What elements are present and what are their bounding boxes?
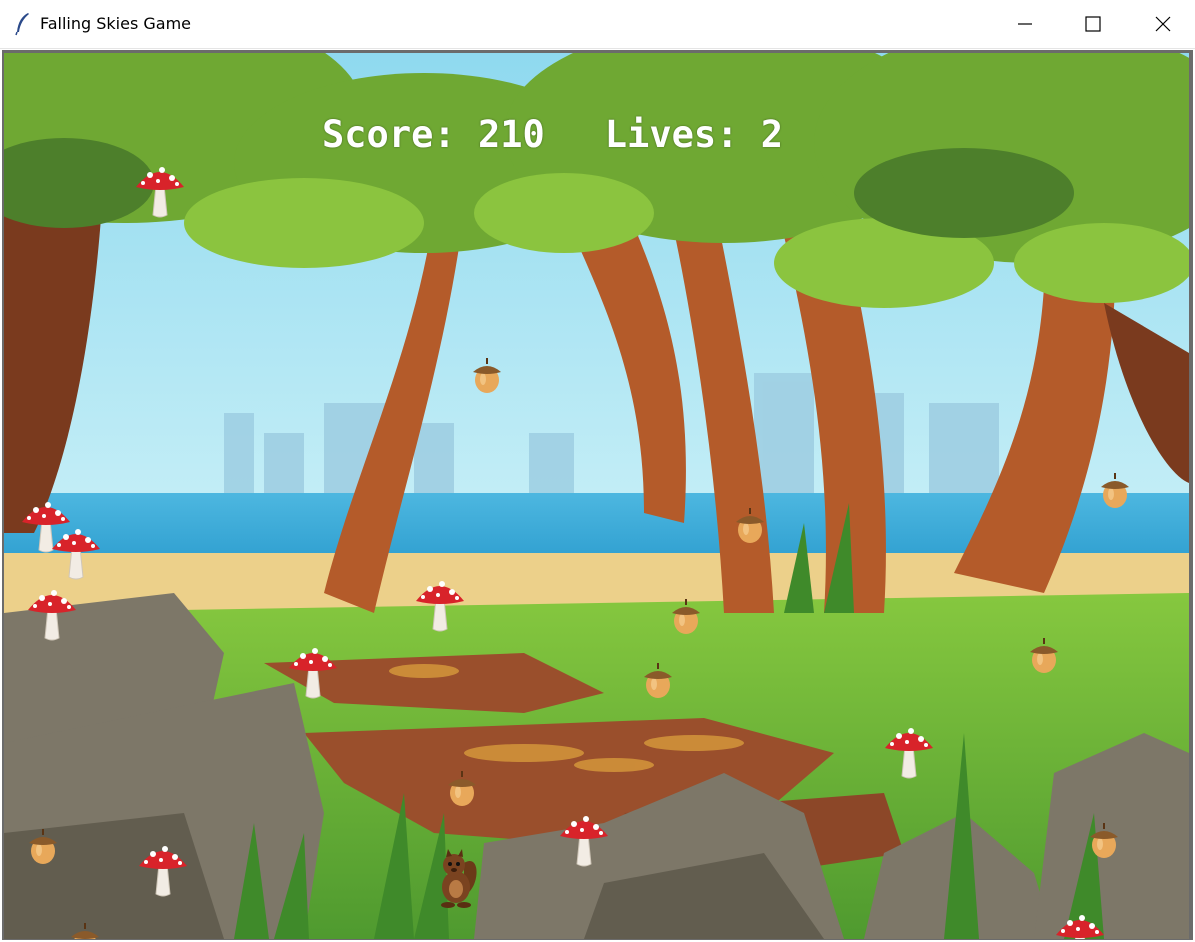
acorn-item [1030, 638, 1058, 673]
minimize-button[interactable] [990, 0, 1060, 48]
mushroom-item [139, 846, 187, 897]
mushroom-item [416, 581, 464, 632]
acorn-item [644, 663, 672, 698]
mushroom-item [136, 167, 184, 218]
game-window: Falling Skies Game Score: 210 Lives: 2 [0, 0, 1195, 942]
lives-display: Lives: 2 [605, 113, 783, 156]
mushroom-item [1056, 915, 1104, 939]
mushroom-item [28, 590, 76, 641]
acorn-item [29, 829, 57, 864]
title-bar[interactable]: Falling Skies Game [0, 0, 1195, 49]
squirrel-player[interactable] [436, 843, 480, 909]
maximize-button[interactable] [1058, 0, 1128, 48]
acorn-item [448, 771, 476, 806]
lives-label: Lives: [604, 113, 739, 156]
acorn-item [1090, 823, 1118, 858]
window-title: Falling Skies Game [40, 14, 192, 33]
score-value: 210 [477, 113, 545, 156]
mushroom-item [52, 529, 100, 580]
minimize-icon [1018, 23, 1032, 25]
acorn-item [736, 508, 764, 543]
lives-value: 2 [760, 113, 783, 156]
hud: Score: 210 Lives: 2 [322, 113, 783, 156]
score-label: Score: [322, 113, 456, 156]
acorn-item [473, 358, 501, 393]
mushroom-item [289, 648, 337, 699]
acorn-item [1101, 473, 1129, 508]
score-display: Score: 210 [322, 113, 545, 156]
acorn-item [672, 599, 700, 634]
close-icon [1155, 16, 1171, 32]
mushroom-item [560, 816, 608, 867]
feather-icon [15, 13, 29, 36]
maximize-icon [1085, 16, 1101, 32]
game-canvas[interactable]: Score: 210 Lives: 2 [4, 53, 1189, 939]
mushroom-item [885, 728, 933, 779]
close-button[interactable] [1128, 0, 1195, 48]
acorn-item [71, 923, 99, 939]
